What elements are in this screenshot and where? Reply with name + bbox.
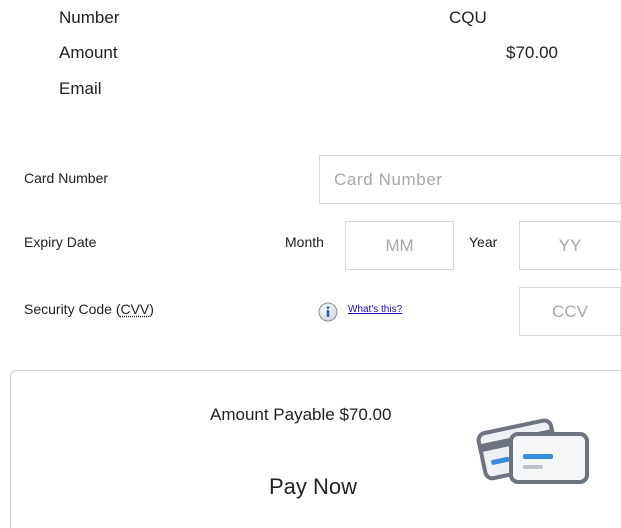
- info-icon[interactable]: [318, 302, 338, 322]
- summary-amount-label: Amount: [59, 43, 118, 62]
- summary-number-value: CQU: [449, 8, 487, 27]
- credit-cards-icon: [475, 412, 590, 490]
- whats-this-link[interactable]: What's this?: [348, 304, 402, 315]
- ccv-input[interactable]: [519, 287, 621, 336]
- security-code-label-prefix: Security Code (: [24, 301, 121, 317]
- cvv-abbreviation: CVV: [120, 301, 150, 317]
- month-label: Month: [285, 234, 324, 250]
- pay-now-button[interactable]: Pay Now: [269, 474, 357, 500]
- card-number-label: Card Number: [24, 170, 109, 186]
- summary-email-label: Email: [59, 79, 102, 98]
- amount-payable-text: Amount Payable $70.00: [210, 405, 392, 424]
- year-input[interactable]: [519, 221, 621, 270]
- expiry-date-label: Expiry Date: [24, 234, 97, 250]
- card-number-input[interactable]: [319, 155, 621, 204]
- summary-amount-value: $70.00: [506, 43, 558, 62]
- security-code-label-suffix: ): [149, 301, 154, 317]
- security-code-label: Security Code (CVV): [24, 301, 154, 317]
- year-label: Year: [469, 234, 498, 250]
- month-input[interactable]: [345, 221, 454, 270]
- summary-number-label: Number: [59, 8, 120, 27]
